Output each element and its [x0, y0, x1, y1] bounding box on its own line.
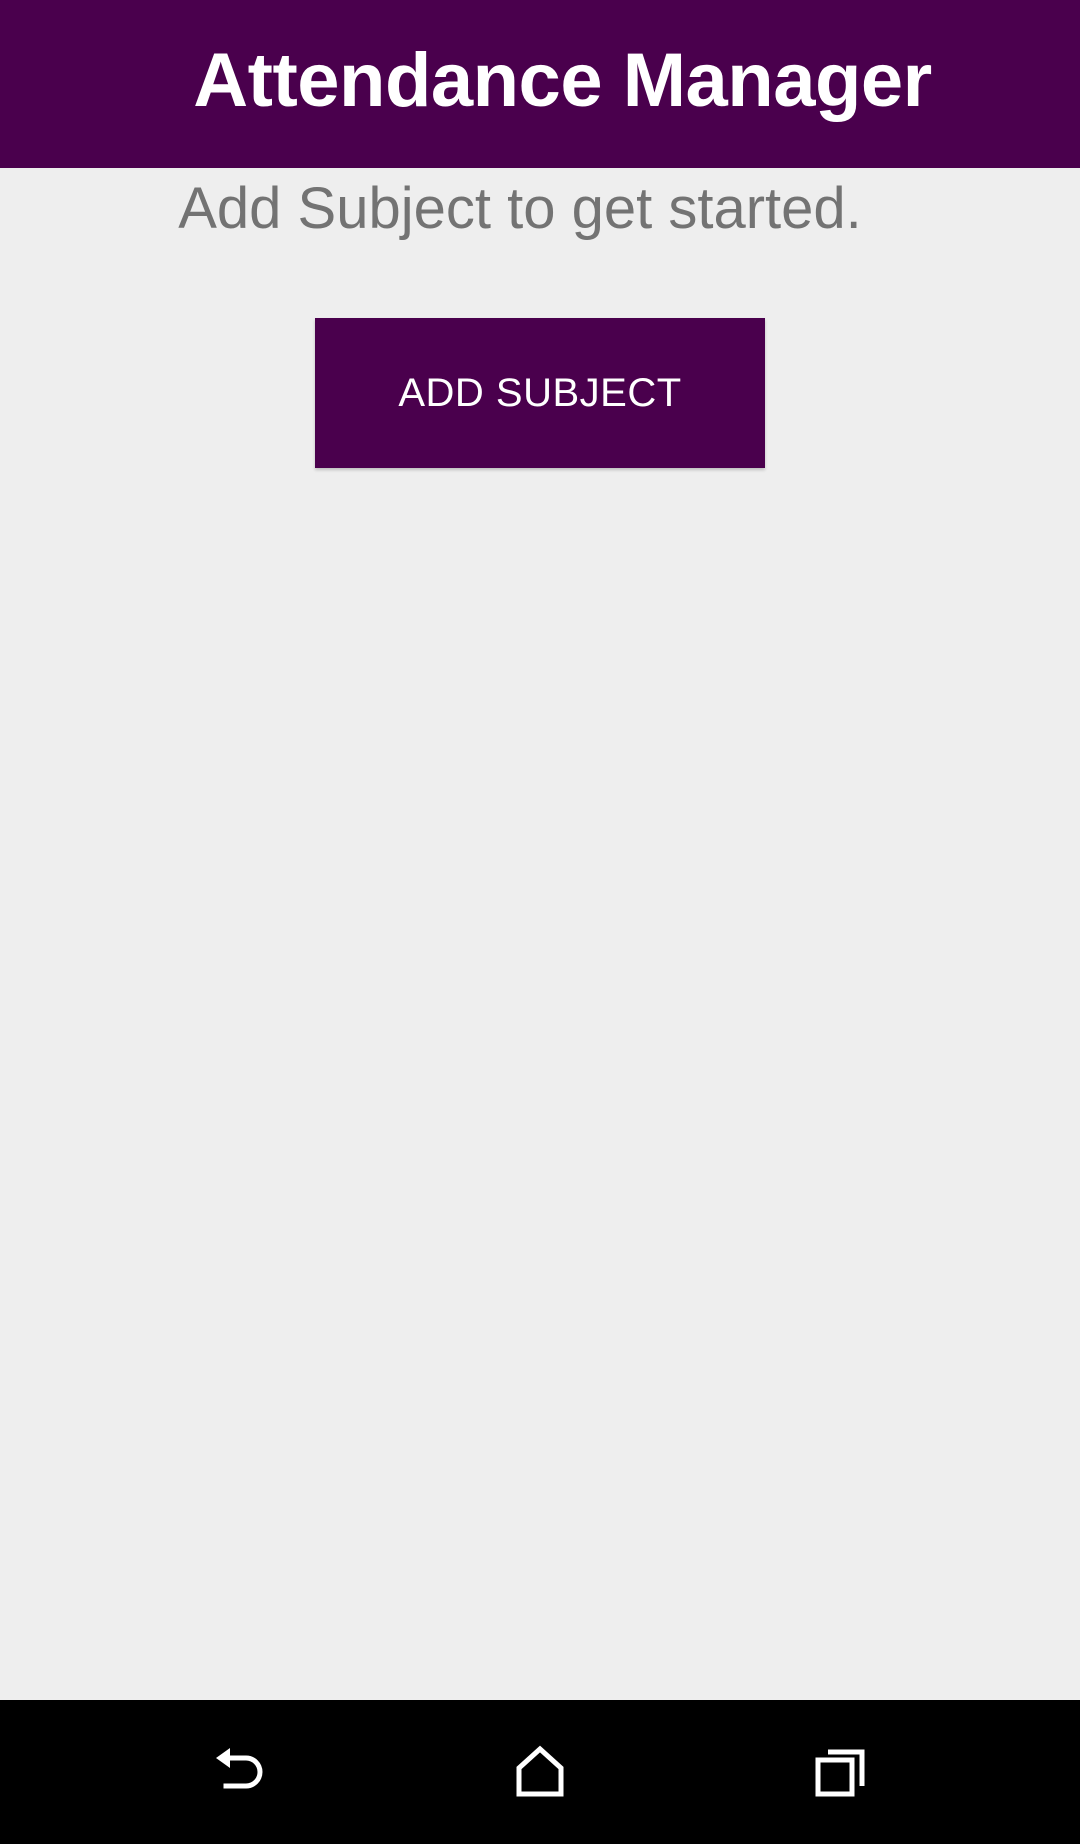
- system-nav-bar: [0, 1700, 1080, 1844]
- add-subject-button[interactable]: ADD SUBJECT: [315, 318, 765, 468]
- recents-button[interactable]: [740, 1700, 940, 1844]
- app-title: Attendance Manager: [193, 37, 932, 123]
- app-bar: Attendance Manager: [0, 0, 1080, 168]
- back-button[interactable]: [140, 1700, 340, 1844]
- home-button[interactable]: [440, 1700, 640, 1844]
- screen: Attendance Manager Add Subject to get st…: [0, 0, 1080, 1844]
- home-icon: [510, 1742, 570, 1802]
- back-icon: [210, 1742, 270, 1802]
- recents-icon: [810, 1742, 870, 1802]
- empty-state-message: Add Subject to get started.: [178, 176, 862, 241]
